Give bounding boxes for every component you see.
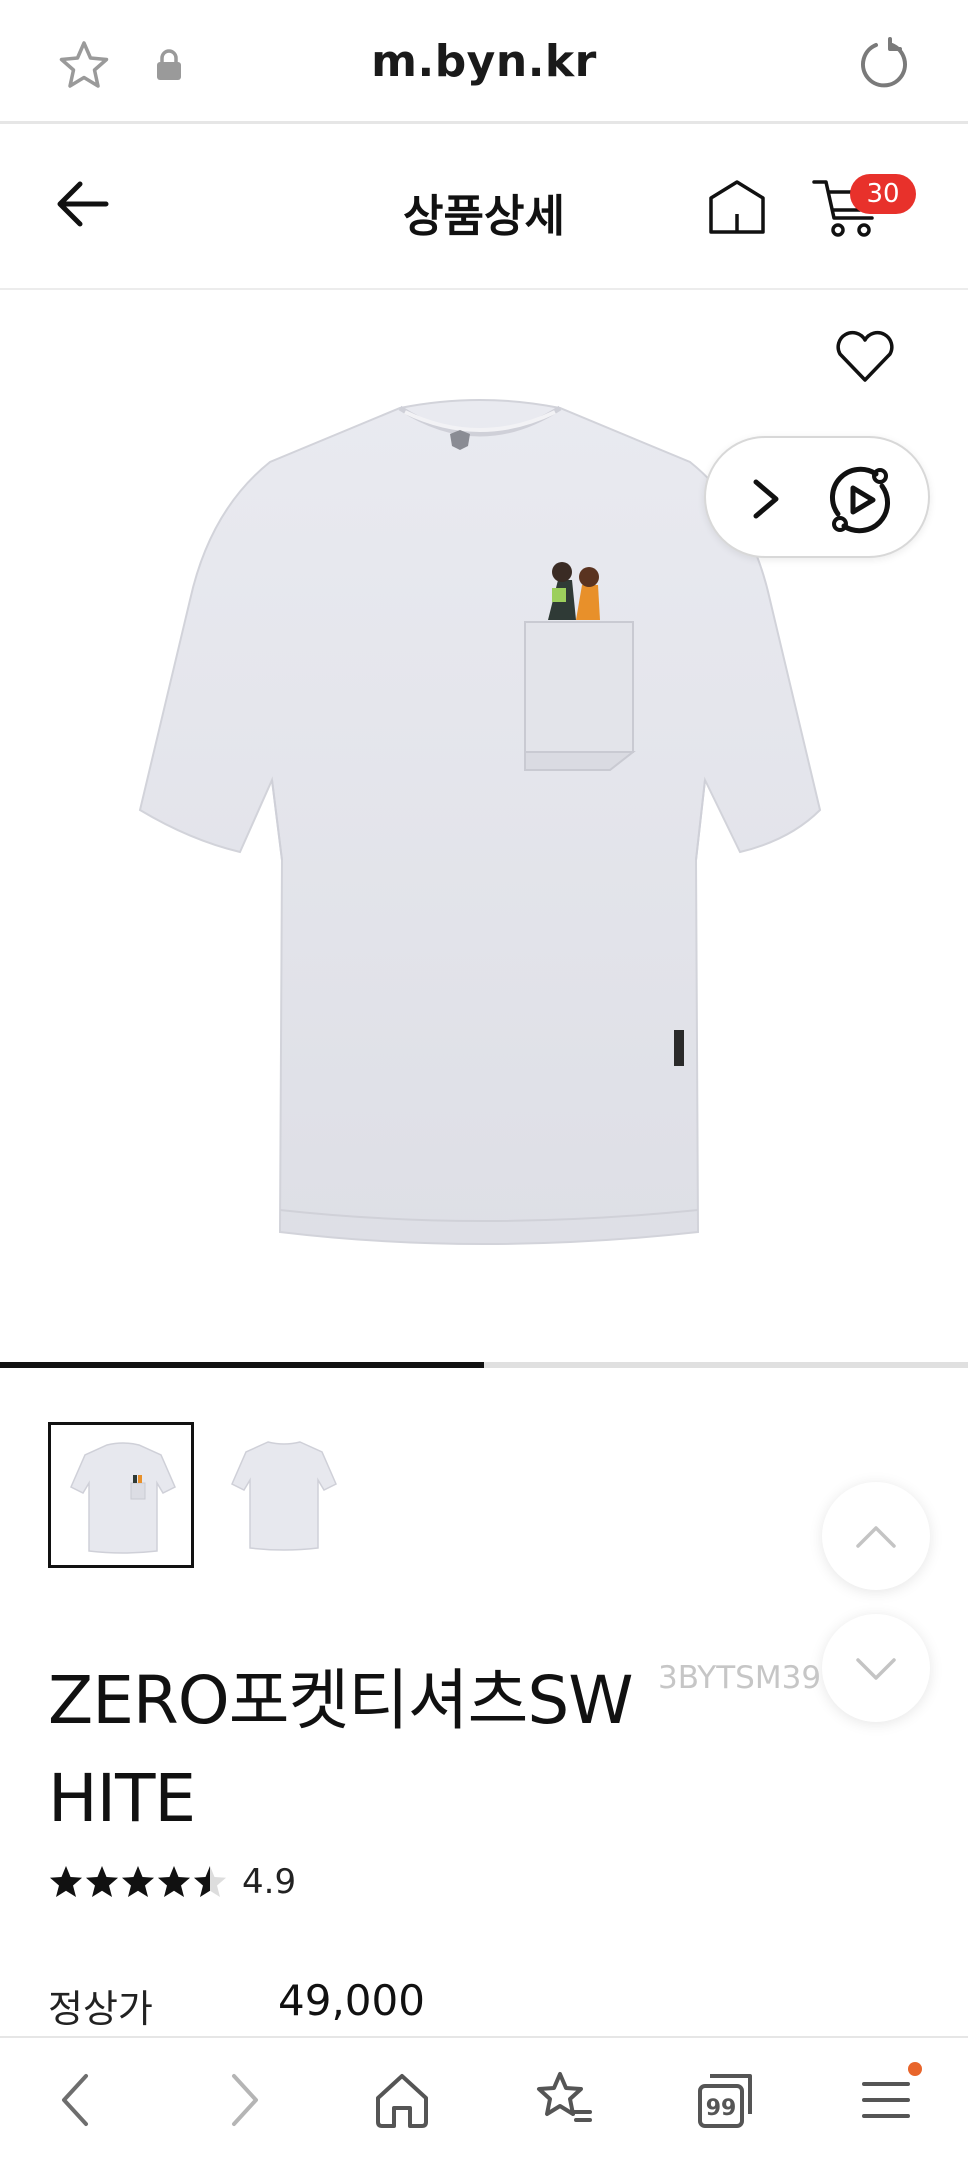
menu-icon (862, 2082, 910, 2118)
chevron-down-icon (856, 1658, 896, 1680)
browser-url-bar: m.byn.kr (0, 0, 968, 124)
product-name: ZERO포켓티셔츠SWHITE (48, 1662, 633, 1837)
scroll-up-button[interactable] (822, 1482, 930, 1590)
home-icon (376, 2074, 428, 2128)
rating-star (50, 1866, 82, 1897)
rating-star (86, 1866, 118, 1897)
chevron-right-icon[interactable] (744, 476, 788, 522)
browser-back-button[interactable] (46, 2068, 110, 2132)
tabs-count: 99 (706, 2096, 737, 2121)
media-float-panel (704, 436, 930, 558)
browser-menu-button[interactable] (854, 2068, 918, 2132)
gallery-progress-fill (0, 1362, 484, 1368)
gallery-progress-bar (0, 1362, 968, 1368)
price-label: 정상가 (48, 1987, 153, 2031)
browser-forward-button[interactable] (210, 2068, 274, 2132)
heart-outline-icon[interactable] (834, 330, 896, 386)
chevron-right-icon (232, 2074, 258, 2126)
price-value: 49,000 (278, 1976, 425, 2025)
rating-star (194, 1866, 226, 1897)
browser-home-button[interactable] (370, 2068, 434, 2132)
thumbnail-front[interactable] (48, 1422, 194, 1568)
reload-icon[interactable] (856, 36, 912, 92)
rating-value: 4.9 (242, 1862, 297, 1902)
url-text[interactable]: m.byn.kr (0, 36, 968, 87)
menu-notification-dot (908, 2062, 922, 2076)
browser-toolbar: 99 (0, 2036, 968, 2162)
chevron-left-icon (62, 2074, 88, 2126)
browser-bookmarks-button[interactable] (532, 2068, 596, 2132)
home-icon[interactable] (706, 176, 768, 236)
thumbnail-back[interactable] (212, 1422, 358, 1568)
video-play-icon[interactable] (824, 464, 896, 536)
product-code: 3BYTSM39 (658, 1660, 822, 1696)
rating-star (122, 1866, 154, 1897)
chevron-up-icon (856, 1526, 896, 1548)
rating-star (158, 1866, 190, 1897)
app-header: 상품상세 30 (0, 124, 968, 290)
cart-count-badge: 30 (850, 174, 916, 214)
bookmark-star-icon (537, 2072, 592, 2122)
scroll-down-button[interactable] (822, 1614, 930, 1722)
rating-stars (50, 1866, 226, 1897)
tabs-icon: 99 (698, 2074, 752, 2128)
browser-tabs-button[interactable]: 99 (694, 2068, 758, 2132)
